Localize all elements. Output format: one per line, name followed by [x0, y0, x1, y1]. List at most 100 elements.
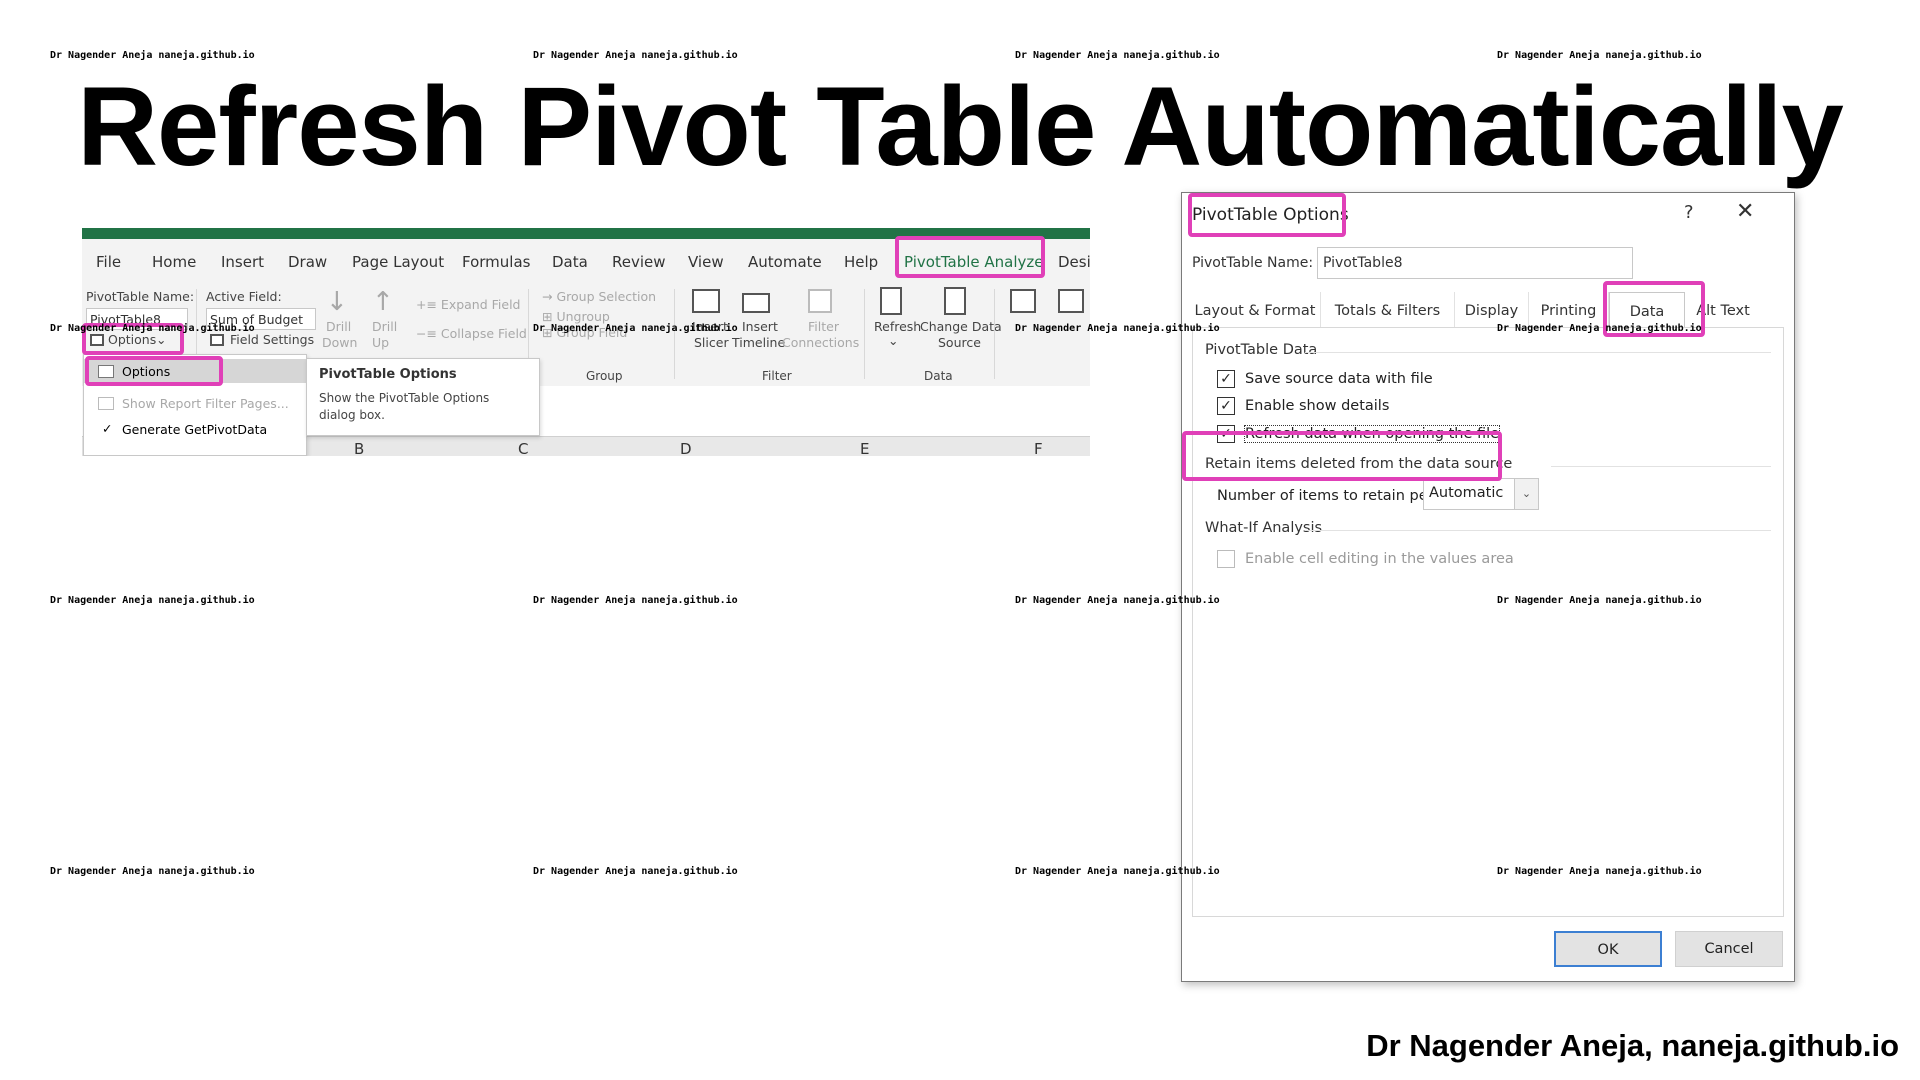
watermark: Dr Nagender Aneja naneja.github.io [533, 50, 738, 61]
checkbox-checked-icon: ✓ [1217, 370, 1235, 388]
watermark: Dr Nagender Aneja naneja.github.io [50, 595, 255, 606]
retain-items-select[interactable]: Automatic ⌄ [1423, 478, 1539, 510]
filter-connections-icon [808, 289, 832, 313]
help-icon[interactable]: ? [1684, 202, 1694, 223]
checkbox-unchecked-icon [1217, 550, 1235, 568]
refresh-icon [880, 287, 902, 315]
change-data-source-label-2[interactable]: Source [938, 335, 981, 350]
pivottable-name-input[interactable]: PivotTable8 [1317, 247, 1633, 279]
dropdown-options[interactable]: Options [84, 359, 306, 383]
slide-title: Refresh Pivot Table Automatically [77, 64, 1844, 189]
insert-timeline-label-2[interactable]: Timeline [732, 335, 785, 350]
insert-timeline-label[interactable]: Insert [742, 319, 778, 334]
column-header[interactable]: C [518, 440, 528, 456]
watermark: Dr Nagender Aneja naneja.github.io [533, 323, 738, 334]
section-divider [1551, 466, 1771, 467]
refresh-chevron-icon[interactable]: ⌄ [888, 333, 898, 348]
menu-pivottable-analyze[interactable]: PivotTable Analyze [904, 253, 1044, 277]
section-divider [1305, 352, 1771, 353]
insert-slicer-label-2[interactable]: Slicer [694, 335, 729, 350]
dropdown-generate-getpivotdata[interactable]: ✓ Generate GetPivotData [84, 417, 306, 441]
watermark: Dr Nagender Aneja naneja.github.io [1015, 50, 1220, 61]
filter-connections-label[interactable]: Filter [808, 319, 839, 334]
section-divider [1305, 530, 1771, 531]
watermark: Dr Nagender Aneja naneja.github.io [1497, 595, 1702, 606]
menu-automate[interactable]: Automate [748, 253, 822, 271]
separator [994, 289, 995, 379]
watermark: Dr Nagender Aneja naneja.github.io [50, 50, 255, 61]
column-header[interactable]: E [860, 440, 869, 456]
dropdown-options-label: Options [122, 364, 171, 379]
menu-data[interactable]: Data [552, 253, 588, 271]
pivottable-options-dialog: PivotTable Options ? ✕ PivotTable Name: … [1181, 192, 1795, 982]
options-icon [90, 334, 104, 346]
menu-formulas[interactable]: Formulas [462, 253, 530, 271]
menu-draw[interactable]: Draw [288, 253, 327, 271]
field-settings-icon [210, 334, 224, 346]
watermark: Dr Nagender Aneja naneja.github.io [533, 595, 738, 606]
dropdown-show-report-filter-pages[interactable]: Show Report Filter Pages... [84, 391, 306, 415]
drill-down-label-2[interactable]: Down [322, 335, 357, 350]
retain-items-value: Automatic [1429, 485, 1504, 501]
dropdown-generate-label: Generate GetPivotData [122, 422, 268, 437]
section-what-if: What-If Analysis [1205, 520, 1323, 536]
menu-review[interactable]: Review [612, 253, 666, 271]
save-source-label: Save source data with file [1245, 371, 1433, 387]
drill-up-label[interactable]: Drill [372, 319, 397, 334]
tab-totals-filters[interactable]: Totals & Filters [1321, 292, 1455, 328]
change-data-source-button[interactable]: Change Data [920, 319, 1002, 334]
drill-up-label-2[interactable]: Up [372, 335, 389, 350]
ok-button[interactable]: OK [1554, 931, 1662, 967]
watermark: Dr Nagender Aneja naneja.github.io [1015, 323, 1220, 334]
menu-home[interactable]: Home [152, 253, 196, 271]
expand-field-button[interactable]: +≡ Expand Field [416, 297, 521, 312]
dropdown-show-report-label: Show Report Filter Pages... [122, 396, 289, 411]
timeline-icon [742, 293, 770, 313]
filter-connections-label-2[interactable]: Connections [782, 335, 859, 350]
drill-down-label[interactable]: Drill [326, 319, 351, 334]
collapse-field-label: Collapse Field [440, 326, 527, 341]
collapse-field-button[interactable]: −≡ Collapse Field [416, 326, 527, 341]
excel-titlebar [82, 228, 1090, 239]
column-header[interactable]: D [680, 440, 692, 456]
refresh-button[interactable]: Refresh [874, 319, 921, 334]
expand-field-label: Expand Field [440, 297, 521, 312]
menu-page-layout[interactable]: Page Layout [352, 253, 444, 271]
section-retain-items: Retain items deleted from the data sourc… [1205, 456, 1513, 472]
group-label: Group [586, 369, 623, 383]
tooltip-title: PivotTable Options [319, 367, 457, 382]
data-tab-panel: PivotTable Data ✓ Save source data with … [1192, 327, 1784, 917]
menu-view[interactable]: View [688, 253, 724, 271]
menu-file[interactable]: File [96, 253, 121, 271]
column-header[interactable]: B [354, 440, 364, 456]
filter-group-label: Filter [762, 369, 792, 383]
enable-cell-editing-label: Enable cell editing in the values area [1245, 551, 1514, 567]
refresh-on-open-label: Refresh data when opening the file [1243, 425, 1501, 443]
pivot-name-label: PivotTable Name: [86, 289, 195, 304]
excel-menubar: File Home Insert Draw Page Layout Formul… [82, 239, 1090, 283]
change-data-source-icon [944, 287, 966, 315]
pivottable-name-label: PivotTable Name: [1192, 255, 1314, 271]
field-settings-button[interactable]: Field Settings [230, 332, 314, 347]
menu-help[interactable]: Help [844, 253, 878, 271]
options-button[interactable]: Options [108, 332, 156, 347]
tooltip: PivotTable Options Show the PivotTable O… [306, 358, 540, 436]
close-icon[interactable]: ✕ [1736, 199, 1754, 224]
column-header[interactable]: F [1034, 440, 1043, 456]
ungroup-button[interactable]: ⊞ Ungroup [542, 309, 610, 324]
excel-ribbon-screenshot: File Home Insert Draw Page Layout Formul… [82, 228, 1090, 456]
cancel-button[interactable]: Cancel [1675, 931, 1783, 967]
separator [864, 289, 865, 379]
chevron-down-icon[interactable]: ⌄ [1514, 479, 1538, 509]
menu-insert[interactable]: Insert [221, 253, 264, 271]
ungroup-label: Ungroup [556, 309, 610, 324]
clear-icon [1010, 289, 1036, 313]
checkbox-checked-icon: ✓ [1217, 397, 1235, 415]
tooltip-body: Show the PivotTable Options dialog box. [319, 391, 490, 422]
menu-design[interactable]: Desi [1058, 253, 1090, 271]
watermark: Dr Nagender Aneja naneja.github.io [1497, 866, 1702, 877]
chevron-down-icon[interactable]: ⌄ [156, 332, 166, 347]
watermark: Dr Nagender Aneja naneja.github.io [533, 866, 738, 877]
group-selection-button[interactable]: → Group Selection [542, 289, 656, 304]
report-filter-icon [98, 397, 114, 410]
